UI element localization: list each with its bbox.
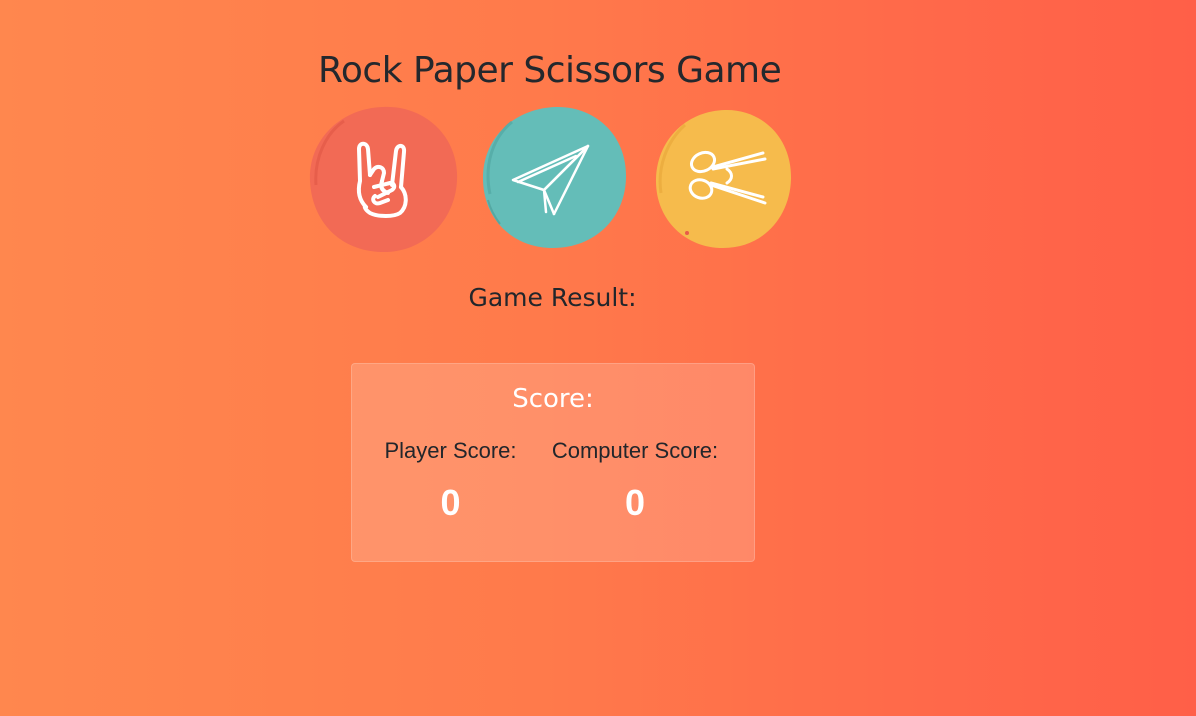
paper-plane-icon (482, 106, 627, 249)
rock-button[interactable] (308, 103, 458, 253)
score-card: Score: Player Score: 0 Computer Score: 0 (351, 363, 755, 562)
score-heading: Score: (512, 384, 594, 414)
computer-score-value: 0 (624, 482, 646, 523)
game-result-label: Game Result: (468, 283, 637, 312)
player-score: Player Score: 0 (372, 438, 529, 524)
scissors-icon (655, 109, 792, 248)
player-score-label: Player Score: (384, 438, 517, 463)
choice-buttons (308, 103, 798, 253)
paper-button[interactable] (480, 104, 628, 250)
computer-score: Computer Score: 0 (541, 438, 729, 524)
page-title: Rock Paper Scissors Game (318, 50, 782, 91)
player-score-value: 0 (440, 482, 461, 523)
scissors-button[interactable] (653, 107, 793, 250)
rock-hand-icon (309, 106, 458, 253)
computer-score-label: Computer Score: (551, 438, 719, 463)
